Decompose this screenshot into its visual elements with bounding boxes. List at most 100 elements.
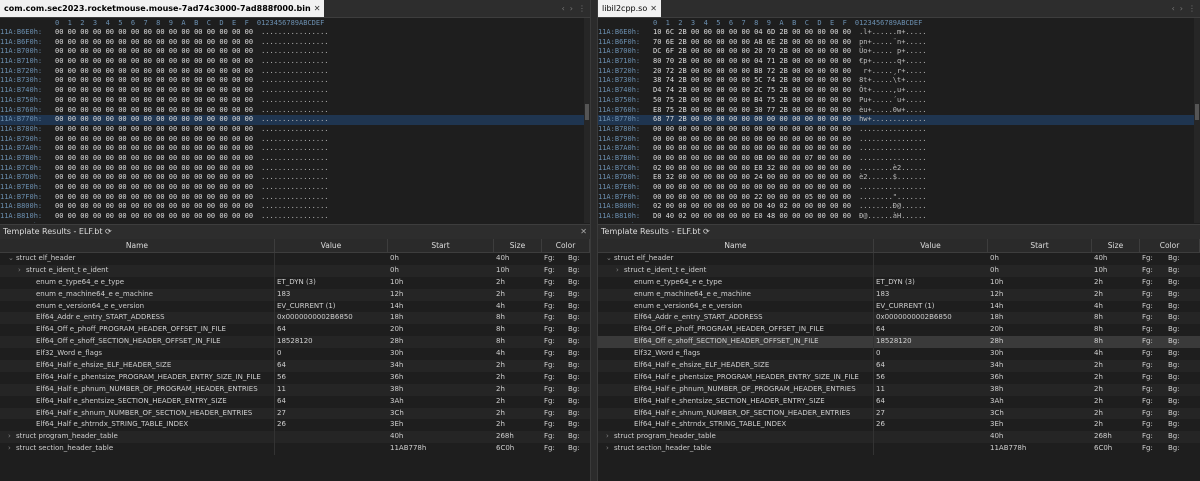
hex-row-bytes[interactable]: E8 75 2B 00 00 00 00 00 30 77 2B 00 00 0… <box>653 106 851 114</box>
template-tree-row[interactable]: enum e_type64_e e_type ET_DYN (3) 10h 2h Fg:… <box>0 276 590 289</box>
chevron-down-icon[interactable]: ⌄ <box>8 253 16 265</box>
hex-row-ascii[interactable]: ................ <box>261 47 328 55</box>
hex-row-bytes[interactable]: 00 00 00 00 00 00 00 00 00 00 00 00 00 0… <box>55 67 253 75</box>
hex-row[interactable]: 11A:B6F0h: 00 00 00 00 00 00 00 00 00 00 … <box>0 38 590 48</box>
col-name[interactable]: Name <box>598 239 874 252</box>
hex-row-bytes[interactable]: 70 6E 2B 00 00 00 00 00 A8 6E 2B 00 00 0… <box>653 38 851 46</box>
hex-row-ascii[interactable]: ................ <box>261 57 328 65</box>
hex-row-bytes[interactable]: 00 00 00 00 00 00 00 00 00 00 00 00 00 0… <box>653 183 851 191</box>
hex-row-ascii[interactable]: ................ <box>261 106 328 114</box>
hex-row-ascii[interactable]: ................ <box>859 125 926 133</box>
hex-row-ascii[interactable]: ................ <box>261 115 328 123</box>
hex-row-bytes[interactable]: 02 00 00 00 00 00 00 00 E8 32 00 00 00 0… <box>653 164 851 172</box>
template-tree-row[interactable]: Elf32_Word e_flags 0 30h 4h Fg: Bg: <box>0 348 590 361</box>
hex-row-ascii[interactable]: ................ <box>261 67 328 75</box>
hex-row-bytes[interactable]: 00 00 00 00 00 00 00 00 00 00 00 00 00 0… <box>653 125 851 133</box>
right-hex-scrollbar[interactable] <box>1194 18 1200 223</box>
hex-row-ascii[interactable]: ................ <box>261 76 328 84</box>
template-tree-row[interactable]: › struct section_header_table 11AB778h 6C0h… <box>0 443 590 456</box>
hex-row-ascii[interactable]: Pu+.....´u+..... <box>859 96 926 104</box>
col-name[interactable]: Name <box>0 239 275 252</box>
hex-row[interactable]: 11A:B6E0h: 00 00 00 00 00 00 00 00 00 00 … <box>0 28 590 38</box>
menu-icon[interactable]: ⋮ <box>578 4 586 13</box>
hex-row-ascii[interactable]: €p+......q+..... <box>859 57 926 65</box>
hex-row-ascii[interactable]: ................ <box>859 154 926 162</box>
hex-row-ascii[interactable]: ................ <box>261 96 328 104</box>
hex-row-bytes[interactable]: 00 00 00 00 00 00 00 00 22 00 00 00 05 0… <box>653 193 851 201</box>
hex-row[interactable]: 11A:B7F0h: 00 00 00 00 00 00 00 00 22 00 … <box>598 193 1200 203</box>
hex-row-ascii[interactable]: ................ <box>261 86 328 94</box>
template-tree-row[interactable]: Elf64_Half e_shentsize_SECTION_HEADER_EN… <box>0 395 590 408</box>
menu-icon[interactable]: ⋮ <box>1188 4 1196 13</box>
hex-row-ascii[interactable]: ................ <box>261 135 328 143</box>
hex-row[interactable]: 11A:B740h: 00 00 00 00 00 00 00 00 00 00 … <box>0 86 590 96</box>
hex-row[interactable]: 11A:B7C0h: 02 00 00 00 00 00 00 00 E8 32 … <box>598 164 1200 174</box>
hex-row[interactable]: 11A:B710h: 00 00 00 00 00 00 00 00 00 00 … <box>0 57 590 67</box>
template-tree-row[interactable]: › struct e_ident_t e_ident 0h 10h Fg: Bg: <box>598 264 1200 277</box>
hex-row-bytes[interactable]: 00 00 00 00 00 00 00 00 0B 00 00 00 07 0… <box>653 154 851 162</box>
hex-row-bytes[interactable]: E8 32 00 00 00 00 00 00 24 00 00 00 00 0… <box>653 173 851 181</box>
chevron-right-icon[interactable]: › <box>616 265 624 277</box>
hex-row[interactable]: 11A:B780h: 00 00 00 00 00 00 00 00 00 00 … <box>0 125 590 135</box>
template-tree-row[interactable]: Elf64_Half e_phnum_NUMBER_OF_PROGRAM_HEA… <box>598 383 1200 396</box>
left-file-tab[interactable]: com.com.sec2023.rocketmouse.mouse-7ad74c… <box>0 0 325 17</box>
hex-row-ascii[interactable]: Üo+..... p+..... <box>859 47 926 55</box>
hex-row[interactable]: 11A:B770h: 68 77 2B 00 00 00 00 00 00 00 … <box>598 115 1200 125</box>
hex-row-bytes[interactable]: 20 72 2B 00 00 00 00 00 B8 72 2B 00 00 0… <box>653 67 851 75</box>
hex-row-bytes[interactable]: 00 00 00 00 00 00 00 00 00 00 00 00 00 0… <box>55 193 253 201</box>
hex-row-bytes[interactable]: 80 70 2B 00 00 00 00 00 04 71 2B 00 00 0… <box>653 57 851 65</box>
hex-row[interactable]: 11A:B700h: DC 6F 2B 00 00 00 00 00 20 70 … <box>598 47 1200 57</box>
hex-row[interactable]: 11A:B780h: 00 00 00 00 00 00 00 00 00 00 … <box>598 125 1200 135</box>
hex-row-ascii[interactable]: .l+......m+..... <box>859 28 926 36</box>
chevron-left-icon[interactable]: ‹ <box>562 4 565 13</box>
col-color[interactable]: Color <box>542 239 590 252</box>
template-tree-row[interactable]: Elf64_Off e_shoff_SECTION_HEADER_OFFSET_… <box>598 336 1200 349</box>
hex-row-bytes[interactable]: 00 00 00 00 00 00 00 00 00 00 00 00 00 0… <box>55 86 253 94</box>
hex-row-bytes[interactable]: 00 00 00 00 00 00 00 00 00 00 00 00 00 0… <box>55 115 253 123</box>
close-icon[interactable]: ✕ <box>650 4 657 13</box>
chevron-right-icon[interactable]: › <box>606 443 614 455</box>
hex-row[interactable]: 11A:B7D0h: 00 00 00 00 00 00 00 00 00 00 … <box>0 173 590 183</box>
hex-row-bytes[interactable]: 10 6C 2B 00 00 00 00 00 04 6D 2B 00 00 0… <box>653 28 851 36</box>
chevron-right-icon[interactable]: › <box>1180 4 1183 13</box>
hex-row-ascii[interactable]: Ð@......àH...... <box>859 212 926 220</box>
refresh-icon[interactable]: ⟳ <box>703 227 710 236</box>
chevron-right-icon[interactable]: › <box>570 4 573 13</box>
hex-row[interactable]: 11A:B810h: 00 00 00 00 00 00 00 00 00 00 … <box>0 212 590 222</box>
hex-row-ascii[interactable]: ................ <box>261 154 328 162</box>
hex-row-ascii[interactable]: ................ <box>859 222 926 223</box>
hex-row[interactable]: 11A:B760h: E8 75 2B 00 00 00 00 00 30 77 … <box>598 106 1200 116</box>
template-tree-row[interactable]: enum e_version64_e e_version EV_CURRENT (… <box>598 300 1200 313</box>
template-tree-row[interactable]: › struct program_header_table 40h 268h Fg: Bg… <box>598 431 1200 444</box>
hex-row-ascii[interactable]: hw+............. <box>859 115 926 123</box>
template-tree-row[interactable]: enum e_machine64_e e_machine 183 12h 2h Fg: B… <box>0 288 590 301</box>
hex-row[interactable]: 11A:B770h: 00 00 00 00 00 00 00 00 00 00 … <box>0 115 590 125</box>
hex-row-bytes[interactable]: 00 00 00 00 00 00 00 00 00 00 00 00 00 0… <box>55 202 253 210</box>
hex-row-bytes[interactable]: 00 00 00 00 00 00 00 00 00 00 00 00 00 0… <box>55 173 253 181</box>
hex-row-ascii[interactable]: èu+.....0w+..... <box>859 106 926 114</box>
hex-row-bytes[interactable]: 00 00 00 00 00 00 00 00 00 00 00 00 00 0… <box>55 47 253 55</box>
hex-row-ascii[interactable]: pn+.....¨n+..... <box>859 38 926 46</box>
right-hex-view[interactable]: 0 1 2 3 4 5 6 7 8 9 A B C D E F 012345678… <box>598 18 1200 223</box>
template-tree-row[interactable]: Elf64_Half e_shentsize_SECTION_HEADER_EN… <box>598 395 1200 408</box>
refresh-icon[interactable]: ⟳ <box>105 227 112 236</box>
hex-row-ascii[interactable]: ................ <box>261 212 328 220</box>
hex-row[interactable]: 11A:B700h: 00 00 00 00 00 00 00 00 00 00 … <box>0 47 590 57</box>
hex-row-ascii[interactable]: ................ <box>261 183 328 191</box>
hex-row-bytes[interactable]: D4 74 2B 00 00 00 00 00 2C 75 2B 00 00 0… <box>653 86 851 94</box>
hex-row-bytes[interactable]: 00 00 00 00 00 00 00 00 00 00 00 00 00 0… <box>55 57 253 65</box>
chevron-right-icon[interactable]: › <box>8 431 16 443</box>
hex-row[interactable]: 11A:B720h: 20 72 2B 00 00 00 00 00 B8 72 … <box>598 67 1200 77</box>
hex-row-ascii[interactable]: ........Ð@...... <box>859 202 926 210</box>
left-hex-view[interactable]: 0 1 2 3 4 5 6 7 8 9 A B C D E F 012345678… <box>0 18 590 223</box>
hex-row-ascii[interactable]: 8t+.....\t+..... <box>859 76 926 84</box>
right-file-tab[interactable]: libil2cpp.so ✕ <box>598 0 661 17</box>
hex-row-bytes[interactable]: 00 00 00 00 00 00 00 00 00 00 00 00 00 0… <box>55 154 253 162</box>
col-size[interactable]: Size <box>1092 239 1140 252</box>
hex-row[interactable]: 11A:B800h: 00 00 00 00 00 00 00 00 00 00 … <box>0 202 590 212</box>
scroll-thumb[interactable] <box>585 104 589 120</box>
template-tree-row[interactable]: Elf64_Half e_shtrndx_STRING_TABLE_INDEX 2… <box>598 419 1200 432</box>
template-tree-row[interactable]: enum e_version64_e e_version EV_CURRENT (… <box>0 300 590 313</box>
hex-row[interactable]: 11A:B7E0h: 00 00 00 00 00 00 00 00 00 00 … <box>0 183 590 193</box>
template-tree-row[interactable]: Elf64_Half e_ehsize_ELF_HEADER_SIZE 64 34h… <box>598 360 1200 372</box>
